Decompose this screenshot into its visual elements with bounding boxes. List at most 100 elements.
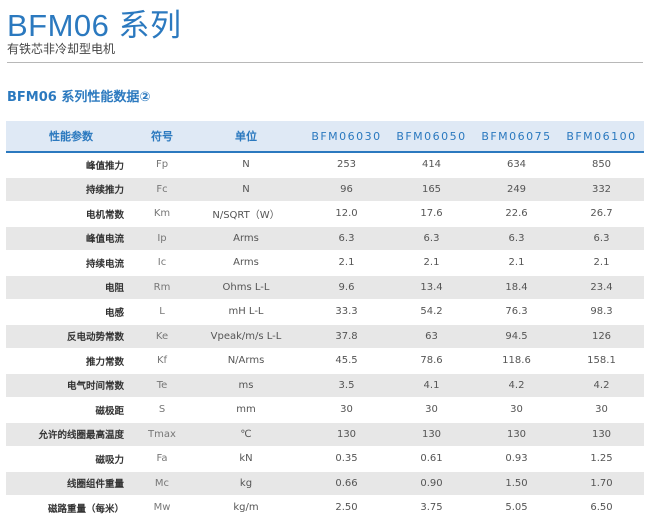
cell-parameter-name: 持续推力 — [6, 177, 136, 202]
cell-value-bfm06030: 0.66 — [304, 471, 389, 496]
cell-value-bfm06050: 2.1 — [389, 250, 474, 276]
cell-value-bfm06100: 26.7 — [559, 201, 644, 227]
cell-parameter-name: 线圈组件重量 — [6, 471, 136, 496]
cell-value-bfm06030: 2.50 — [304, 495, 389, 521]
cell-value-bfm06075: 118.6 — [474, 348, 559, 374]
table-row: 反电动势常数 Ke Vpeak/m/s L-L 37.8 63 94.5 126 — [6, 324, 644, 349]
cell-value-bfm06050: 6.3 — [389, 226, 474, 251]
cell-parameter-name: 峰值推力 — [6, 152, 136, 178]
cell-value-bfm06075: 30 — [474, 397, 559, 423]
cell-value-bfm06030: 33.3 — [304, 299, 389, 325]
cell-symbol: Mw — [136, 495, 188, 521]
cell-symbol: Fa — [136, 446, 188, 472]
cell-unit: kg — [188, 471, 304, 496]
cell-value-bfm06100: 4.2 — [559, 373, 644, 398]
table-row: 电机常数 Km N/SQRT（W） 12.0 17.6 22.6 26.7 — [6, 201, 644, 227]
cell-value-bfm06075: 22.6 — [474, 201, 559, 227]
cell-value-bfm06100: 2.1 — [559, 250, 644, 276]
cell-value-bfm06100: 126 — [559, 324, 644, 349]
page-title: BFM06 系列 — [7, 8, 182, 43]
section-heading: BFM06 系列性能数据② — [7, 90, 151, 105]
cell-value-bfm06100: 130 — [559, 422, 644, 447]
cell-value-bfm06050: 30 — [389, 397, 474, 423]
column-header-bfm06100: BFM06100 — [559, 121, 644, 153]
cell-unit: N/Arms — [188, 348, 304, 374]
cell-value-bfm06100: 6.50 — [559, 495, 644, 521]
cell-value-bfm06030: 12.0 — [304, 201, 389, 227]
cell-unit: kN — [188, 446, 304, 472]
cell-value-bfm06075: 76.3 — [474, 299, 559, 325]
cell-value-bfm06050: 3.75 — [389, 495, 474, 521]
table-row: 磁极距 Smm 30 30 30 30 — [6, 397, 644, 423]
cell-value-bfm06030: 130 — [304, 422, 389, 447]
cell-value-bfm06030: 30 — [304, 397, 389, 423]
cell-value-bfm06050: 4.1 — [389, 373, 474, 398]
cell-value-bfm06075: 1.50 — [474, 471, 559, 496]
table-row: 线圈组件重量 Mc kg 0.66 0.90 1.50 1.70 — [6, 471, 644, 496]
cell-value-bfm06100: 1.70 — [559, 471, 644, 496]
cell-parameter-name: 电气时间常数 — [6, 373, 136, 398]
cell-value-bfm06050: 17.6 — [389, 201, 474, 227]
cell-symbol: Km — [136, 201, 188, 227]
performance-table: 性能参数 符号 单位 BFM06030 BFM06050 BFM06075 BF… — [6, 121, 644, 521]
cell-value-bfm06050: 0.90 — [389, 471, 474, 496]
cell-value-bfm06050: 13.4 — [389, 275, 474, 300]
cell-unit: mm — [188, 397, 304, 423]
cell-value-bfm06030: 37.8 — [304, 324, 389, 349]
cell-parameter-name: 电机常数 — [6, 201, 136, 227]
cell-parameter-name: 磁极距 — [6, 397, 136, 423]
cell-value-bfm06100: 332 — [559, 177, 644, 202]
cell-parameter-name: 电感 — [6, 299, 136, 325]
table-header-row: 性能参数 符号 单位 BFM06030 BFM06050 BFM06075 BF… — [6, 121, 644, 153]
cell-symbol: Ip — [136, 226, 188, 251]
cell-value-bfm06075: 6.3 — [474, 226, 559, 251]
cell-value-bfm06050: 130 — [389, 422, 474, 447]
cell-value-bfm06050: 165 — [389, 177, 474, 202]
cell-parameter-name: 峰值电流 — [6, 226, 136, 251]
cell-value-bfm06075: 94.5 — [474, 324, 559, 349]
table-row: 持续推力 Fc N 96 165 249 332 — [6, 177, 644, 202]
table-row: 电气时间常数 Te ms 3.5 4.1 4.2 4.2 — [6, 373, 644, 398]
cell-value-bfm06075: 18.4 — [474, 275, 559, 300]
cell-unit: N — [188, 177, 304, 202]
cell-unit: mH L-L — [188, 299, 304, 325]
cell-unit: Vpeak/m/s L-L — [188, 324, 304, 349]
cell-parameter-name: 电阻 — [6, 275, 136, 300]
cell-value-bfm06050: 0.61 — [389, 446, 474, 472]
column-header-unit: 单位 — [188, 121, 304, 153]
title-divider — [7, 62, 643, 63]
cell-parameter-name: 反电动势常数 — [6, 324, 136, 349]
cell-value-bfm06075: 4.2 — [474, 373, 559, 398]
cell-value-bfm06100: 98.3 — [559, 299, 644, 325]
page-subtitle: 有铁芯非冷却型电机 — [7, 42, 116, 56]
table-row: 持续电流 Ic Arms 2.1 2.1 2.1 2.1 — [6, 250, 644, 276]
cell-value-bfm06030: 0.35 — [304, 446, 389, 472]
cell-value-bfm06030: 2.1 — [304, 250, 389, 276]
column-header-parameter: 性能参数 — [6, 121, 136, 153]
cell-value-bfm06075: 249 — [474, 177, 559, 202]
cell-unit: ℃ — [188, 422, 304, 447]
cell-value-bfm06075: 130 — [474, 422, 559, 447]
cell-symbol: Ic — [136, 250, 188, 276]
cell-unit: Arms — [188, 226, 304, 251]
cell-value-bfm06050: 78.6 — [389, 348, 474, 374]
cell-value-bfm06075: 634 — [474, 152, 559, 178]
cell-value-bfm06100: 850 — [559, 152, 644, 178]
cell-parameter-name: 推力常数 — [6, 348, 136, 374]
cell-unit: N/SQRT（W） — [188, 201, 304, 227]
table-row: 峰值电流 Ip Arms 6.3 6.3 6.3 6.3 — [6, 226, 644, 251]
cell-parameter-name: 磁吸力 — [6, 446, 136, 472]
cell-value-bfm06030: 6.3 — [304, 226, 389, 251]
cell-unit: N — [188, 152, 304, 178]
cell-value-bfm06075: 2.1 — [474, 250, 559, 276]
cell-parameter-name: 允许的线圈最高温度 — [6, 422, 136, 447]
table-row: 电感 LmH L-L 33.3 54.2 76.3 98.3 — [6, 299, 644, 325]
table-row: 电阻 Rm Ohms L-L 9.6 13.4 18.4 23.4 — [6, 275, 644, 300]
cell-value-bfm06100: 23.4 — [559, 275, 644, 300]
cell-parameter-name: 磁路重量（每米） — [6, 495, 136, 521]
column-header-bfm06030: BFM06030 — [304, 121, 389, 153]
table-row: 磁路重量（每米） Mw kg/m 2.50 3.75 5.05 6.50 — [6, 495, 644, 521]
cell-symbol: Te — [136, 373, 188, 398]
cell-symbol: L — [136, 299, 188, 325]
cell-value-bfm06100: 158.1 — [559, 348, 644, 374]
